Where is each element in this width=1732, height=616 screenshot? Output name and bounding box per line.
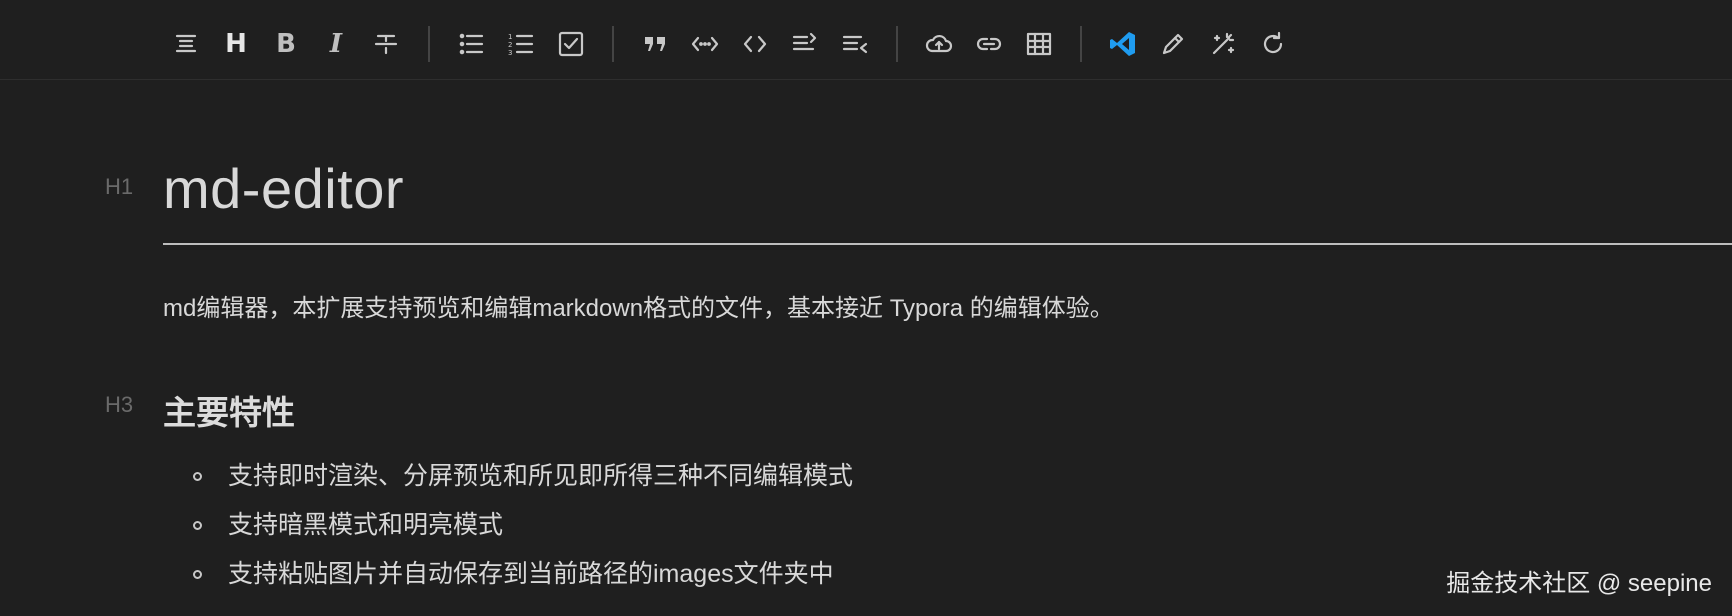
hollow-bullet-icon bbox=[193, 521, 202, 530]
edit-button[interactable] bbox=[1155, 26, 1191, 62]
list-item: 支持暗黑模式和明亮模式 bbox=[190, 501, 853, 550]
quote-button[interactable] bbox=[637, 26, 673, 62]
feature-list: 支持即时渲染、分屏预览和所见即所得三种不同编辑模式 支持暗黑模式和明亮模式 支持… bbox=[190, 452, 853, 599]
h1-marker: H1 bbox=[105, 174, 134, 199]
list-item: 支持粘贴图片并自动保存到当前路径的images文件夹中 bbox=[190, 550, 853, 599]
hollow-bullet-icon bbox=[193, 472, 202, 481]
refresh-button[interactable] bbox=[1255, 26, 1291, 62]
bullet-list-icon bbox=[459, 33, 484, 55]
upload-button[interactable] bbox=[921, 26, 957, 62]
strikethrough-button[interactable] bbox=[368, 26, 404, 62]
indent-icon bbox=[792, 32, 817, 51]
edit-icon bbox=[1162, 33, 1184, 55]
editor-content[interactable]: H1 md-editor md编辑器，本扩展支持预览和编辑markdown格式的… bbox=[0, 80, 1732, 616]
title-underline bbox=[163, 243, 1732, 245]
document-title: md-editor bbox=[163, 157, 405, 220]
table-icon bbox=[1026, 32, 1052, 56]
list-item: 支持即时渲染、分屏预览和所见即所得三种不同编辑模式 bbox=[190, 452, 853, 501]
numbered-list-button[interactable]: 1 2 3 bbox=[503, 26, 539, 62]
svg-text:3: 3 bbox=[508, 49, 512, 57]
bold-button[interactable]: B bbox=[268, 26, 304, 62]
format-icon[interactable] bbox=[168, 26, 204, 62]
magic-button[interactable] bbox=[1205, 26, 1241, 62]
vscode-icon bbox=[1110, 32, 1135, 56]
code-block-icon bbox=[743, 35, 767, 53]
outdent-icon bbox=[842, 35, 868, 54]
link-icon bbox=[976, 37, 1002, 51]
format-icon bbox=[175, 34, 197, 53]
magic-icon bbox=[1212, 32, 1235, 55]
svg-text:1: 1 bbox=[508, 33, 512, 41]
hollow-bullet-icon bbox=[193, 570, 202, 579]
toolbar-divider bbox=[1080, 26, 1082, 62]
intro-paragraph: md编辑器，本扩展支持预览和编辑markdown格式的文件，基本接近 Typor… bbox=[163, 295, 1114, 322]
section-heading: 主要特性 bbox=[163, 394, 295, 431]
outdent-button[interactable] bbox=[837, 26, 873, 62]
link-button[interactable] bbox=[971, 26, 1007, 62]
inline-code-button[interactable] bbox=[687, 26, 723, 62]
toolbar-divider bbox=[612, 26, 614, 62]
italic-button-label: I bbox=[329, 29, 343, 59]
list-item-text: 支持即时渲染、分屏预览和所见即所得三种不同编辑模式 bbox=[228, 462, 854, 490]
italic-button[interactable]: I bbox=[318, 26, 354, 62]
watermark: 掘金技术社区 @ seepine bbox=[1446, 570, 1712, 597]
open-in-vscode-button[interactable] bbox=[1105, 26, 1141, 62]
list-item-text: 支持粘贴图片并自动保存到当前路径的images文件夹中 bbox=[228, 560, 834, 588]
code-block-button[interactable] bbox=[737, 26, 773, 62]
toolbar-divider bbox=[896, 26, 898, 62]
bold-button-label: B bbox=[276, 29, 296, 59]
table-button[interactable] bbox=[1021, 26, 1057, 62]
bullet-list-button[interactable] bbox=[453, 26, 489, 62]
toolbar-divider bbox=[428, 26, 430, 62]
indent-button[interactable] bbox=[787, 26, 823, 62]
heading-button-label: H bbox=[225, 29, 247, 59]
svg-text:2: 2 bbox=[508, 41, 512, 49]
heading-button[interactable]: H bbox=[218, 26, 254, 62]
quote-icon bbox=[645, 37, 665, 51]
list-item-text: 支持暗黑模式和明亮模式 bbox=[228, 511, 504, 539]
upload-icon bbox=[925, 34, 953, 53]
checkbox-icon bbox=[558, 31, 584, 57]
strikethrough-icon bbox=[374, 34, 398, 55]
h3-marker: H3 bbox=[105, 392, 134, 417]
inline-code-icon bbox=[691, 36, 719, 52]
task-list-button[interactable] bbox=[553, 26, 589, 62]
refresh-icon bbox=[1263, 31, 1283, 54]
numbered-list-icon: 1 2 3 bbox=[508, 33, 534, 57]
editor-toolbar: H B I 1 2 3 bbox=[0, 0, 1732, 80]
